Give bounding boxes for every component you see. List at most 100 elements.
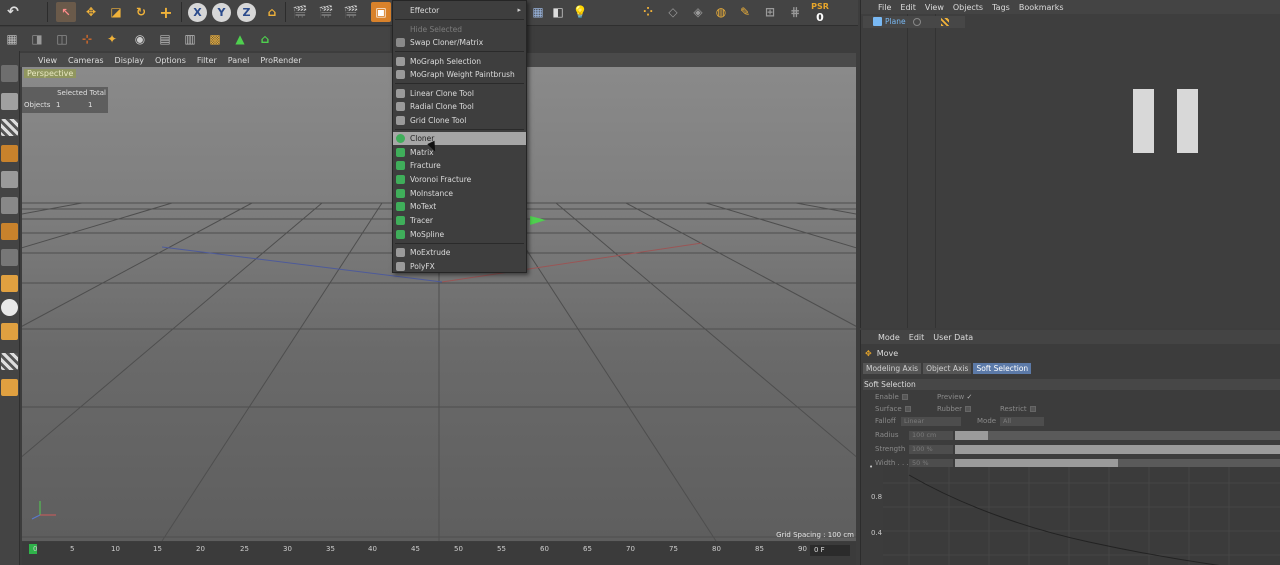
current-frame-field[interactable]: 0 F <box>810 545 850 556</box>
tag-icon[interactable] <box>941 18 949 26</box>
grid-snap-icon[interactable]: ▤ <box>155 29 175 49</box>
snap-icon[interactable]: ⊞ <box>760 2 780 22</box>
menu-view[interactable]: View <box>38 56 57 65</box>
radius-slider[interactable] <box>955 431 1280 440</box>
magnet-icon[interactable] <box>1 323 18 340</box>
snap-icon[interactable] <box>1 275 18 292</box>
menu-cameras[interactable]: Cameras <box>68 56 104 65</box>
om-menu-tags[interactable]: Tags <box>992 3 1010 12</box>
om-menu-bookmarks[interactable]: Bookmarks <box>1019 3 1064 12</box>
menu-options[interactable]: Options <box>155 56 186 65</box>
y-axis-button[interactable]: Y <box>212 3 231 22</box>
render-picture-viewer-icon[interactable]: 🎬 <box>316 2 336 22</box>
polygons-icon[interactable] <box>1 223 18 240</box>
mode-dropdown[interactable]: All <box>1000 417 1044 426</box>
polygons-mode-icon[interactable]: ◈ <box>688 2 708 22</box>
menu-item-mospline[interactable]: MoSpline <box>393 228 526 241</box>
menu-item-moinstance[interactable]: MoInstance <box>393 187 526 200</box>
edges-icon[interactable] <box>1 197 18 214</box>
render-view-icon[interactable]: 🎬 <box>290 2 310 22</box>
strength-field[interactable]: 100 % <box>909 445 953 454</box>
am-menu-mode[interactable]: Mode <box>878 333 900 342</box>
paint-icon[interactable] <box>1 379 18 396</box>
tweak-mode-icon[interactable]: ✦ <box>102 29 122 49</box>
tab-soft-selection[interactable]: Soft Selection <box>973 363 1032 374</box>
menu-item-grid-clone-tool[interactable]: Grid Clone Tool <box>393 114 526 127</box>
menu-item-matrix[interactable]: Matrix <box>393 146 526 159</box>
axis-icon[interactable] <box>1 249 18 266</box>
restrict-checkbox[interactable] <box>1029 406 1036 412</box>
axis-mode-icon[interactable]: ⊹ <box>77 29 97 49</box>
checker-icon[interactable] <box>1 353 18 370</box>
menu-display[interactable]: Display <box>115 56 145 65</box>
soft-selection-icon[interactable] <box>1 299 18 316</box>
falloff-dropdown[interactable]: Linear <box>901 417 961 426</box>
object-row-plane[interactable]: Plane <box>863 16 965 28</box>
menu-item-tracer[interactable]: Tracer <box>393 214 526 227</box>
menu-item-effector[interactable]: Effector ▸ <box>393 4 526 17</box>
x-axis-button[interactable]: X <box>188 3 207 22</box>
menu-item-swap-cloner-matrix[interactable]: Swap Cloner/Matrix <box>393 36 526 49</box>
sculpt-icon[interactable]: ✎ <box>735 2 755 22</box>
model-icon[interactable] <box>1 93 18 110</box>
undo-icon[interactable]: ↶ <box>2 2 24 22</box>
menu-item-mograph-weight-paintbrush[interactable]: MoGraph Weight Paintbrush <box>393 68 526 81</box>
menu-panel[interactable]: Panel <box>228 56 250 65</box>
menu-item-radial-clone-tool[interactable]: Radial Clone Tool <box>393 100 526 113</box>
radius-field[interactable]: 100 cm <box>909 431 953 440</box>
menu-item-voronoi-fracture[interactable]: Voronoi Fracture <box>393 173 526 186</box>
make-editable-icon[interactable] <box>1 65 18 82</box>
menu-filter[interactable]: Filter <box>197 56 217 65</box>
scene-icon[interactable]: ◧ <box>548 2 568 22</box>
coordinate-system-icon[interactable]: ⌂ <box>262 2 282 22</box>
model-mode-icon[interactable]: ▦ <box>2 29 22 49</box>
viewport-solo-icon[interactable]: ◉ <box>130 29 150 49</box>
om-menu-view[interactable]: View <box>925 3 944 12</box>
edges-mode-icon[interactable]: ◇ <box>663 2 683 22</box>
live-selection-icon[interactable]: ↖ <box>56 2 76 22</box>
menu-item-fracture[interactable]: Fracture <box>393 159 526 172</box>
visibility-dot-icon[interactable] <box>913 18 921 26</box>
tab-object-axis[interactable]: Object Axis <box>923 363 972 374</box>
workplane-mode-icon[interactable]: ◫ <box>52 29 72 49</box>
house-icon[interactable]: ⌂ <box>255 29 275 49</box>
texture-icon[interactable] <box>1 119 18 136</box>
psr-indicator[interactable]: PSR 0 <box>808 1 832 23</box>
workplane-icon[interactable] <box>1 145 18 162</box>
texture-mode-icon[interactable]: ◨ <box>27 29 47 49</box>
menu-item-polyfx[interactable]: PolyFX <box>393 260 526 273</box>
points-mode-icon[interactable]: ⁘ <box>638 2 658 22</box>
rotate-tool-icon[interactable]: ↻ <box>131 2 151 22</box>
scale-tool-icon[interactable]: ◪ <box>106 2 126 22</box>
menu-item-motext[interactable]: MoText <box>393 200 526 213</box>
menu-item-linear-clone-tool[interactable]: Linear Clone Tool <box>393 87 526 100</box>
z-axis-button[interactable]: Z <box>237 3 256 22</box>
cube-icon[interactable]: ▣ <box>371 2 391 22</box>
render-settings-icon[interactable]: 🎬 <box>341 2 361 22</box>
points-icon[interactable] <box>1 171 18 188</box>
uv-mode-icon[interactable]: ◍ <box>711 2 731 22</box>
quantize-icon[interactable]: ▥ <box>180 29 200 49</box>
om-menu-file[interactable]: File <box>878 3 891 12</box>
am-menu-edit[interactable]: Edit <box>909 333 925 342</box>
om-menu-objects[interactable]: Objects <box>953 3 983 12</box>
falloff-curve-graph[interactable]: • 0.8 0.4 <box>869 463 1280 565</box>
sculpt-brush-icon[interactable]: ▲ <box>230 29 250 49</box>
scene-manager-icon[interactable]: ▩ <box>205 29 225 49</box>
surface-checkbox[interactable] <box>904 406 911 412</box>
timeline[interactable]: 0 5 10 15 20 25 30 35 40 45 50 55 60 65 … <box>22 542 856 565</box>
menu-prorender[interactable]: ProRender <box>260 56 301 65</box>
enable-checkbox[interactable] <box>901 394 908 400</box>
workplane-icon[interactable]: ⋕ <box>785 2 805 22</box>
menu-item-mograph-selection[interactable]: MoGraph Selection <box>393 55 526 68</box>
tab-modeling-axis[interactable]: Modeling Axis <box>863 363 922 374</box>
om-menu-edit[interactable]: Edit <box>900 3 916 12</box>
menu-item-cloner[interactable]: Cloner <box>393 132 526 145</box>
move-tool-icon[interactable]: ✥ <box>81 2 101 22</box>
preview-checkbox[interactable]: ✓ <box>966 393 972 401</box>
camera-icon[interactable]: ▦ <box>528 2 548 22</box>
rubber-checkbox[interactable] <box>965 406 972 412</box>
am-menu-user-data[interactable]: User Data <box>933 333 973 342</box>
menu-item-moextrude[interactable]: MoExtrude <box>393 246 526 259</box>
create-object-icon[interactable]: + <box>156 2 176 22</box>
